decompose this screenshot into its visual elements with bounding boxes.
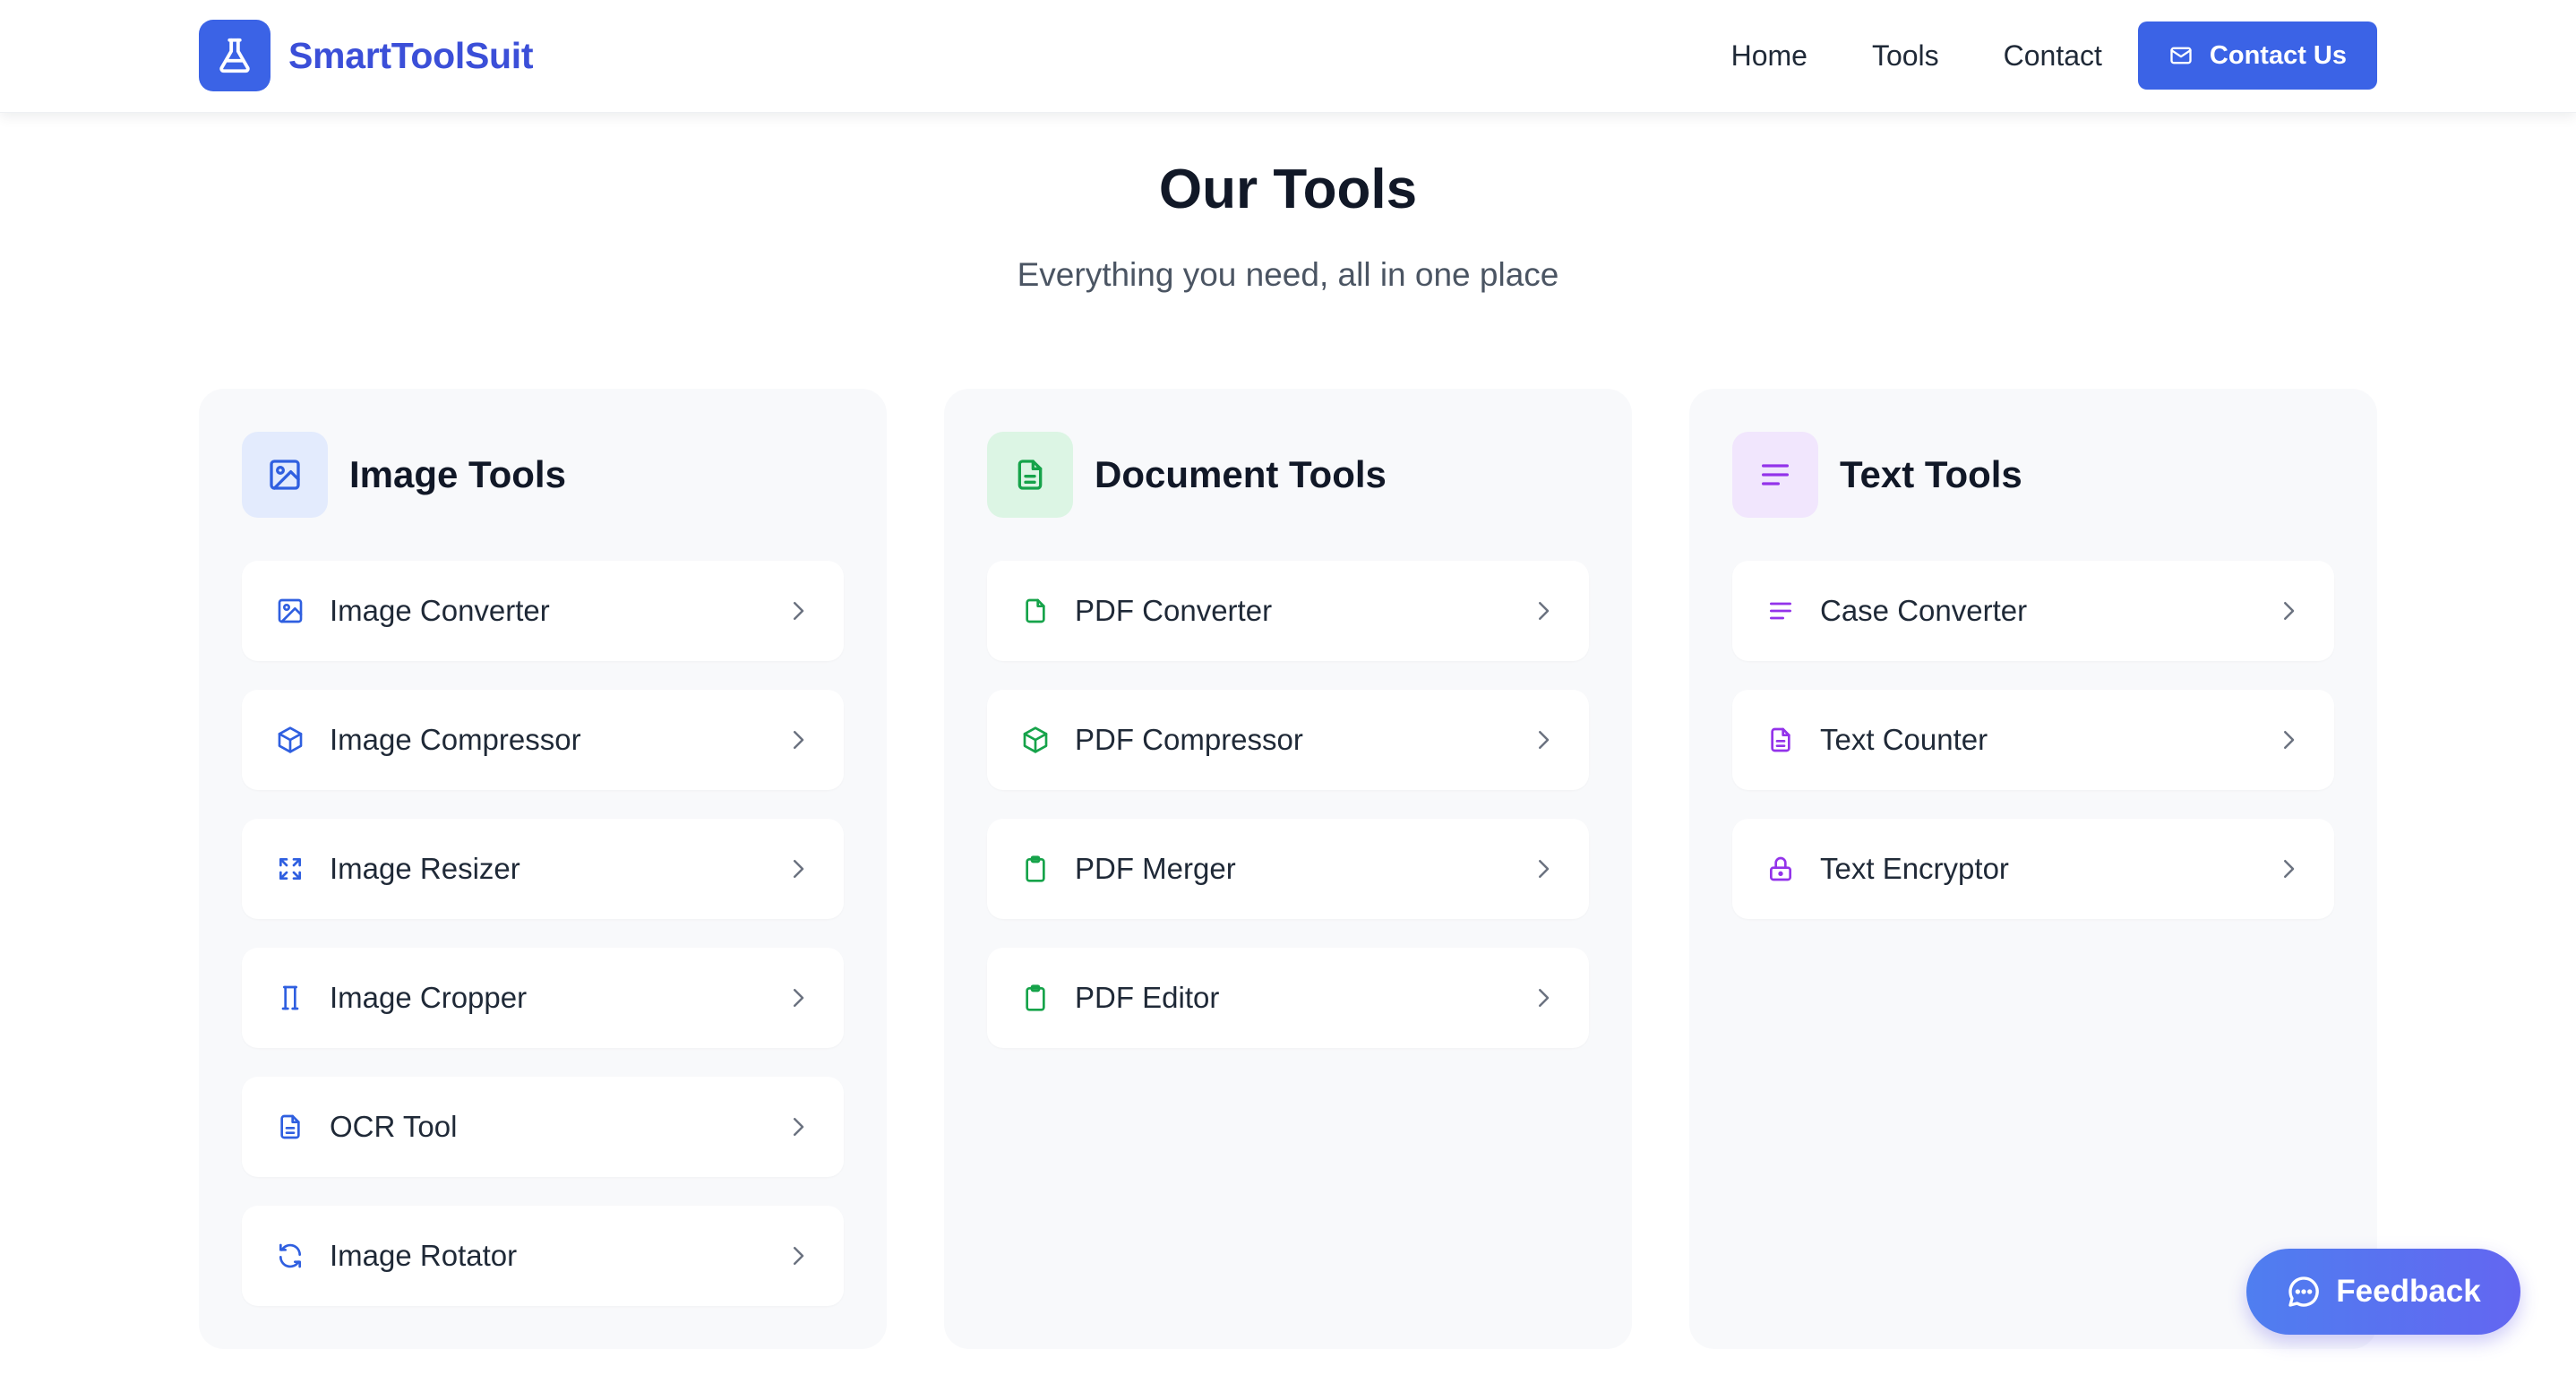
image-compressor-item[interactable]: Image Compressor	[242, 690, 844, 790]
pdf-compressor-item[interactable]: PDF Compressor	[987, 690, 1589, 790]
lock-icon	[1763, 851, 1799, 887]
document-icon	[272, 1109, 308, 1145]
brand-name: SmartToolSuit	[288, 34, 534, 76]
site-header: SmartToolSuit Home Tools Contact Contact…	[0, 0, 2576, 113]
tool-list: PDF Converter PDF Compressor PDF Merger …	[987, 561, 1589, 1077]
mail-icon	[2170, 47, 2192, 64]
expand-icon	[272, 851, 308, 887]
chevron-right-icon	[783, 1241, 813, 1271]
image-converter-item[interactable]: Image Converter	[242, 561, 844, 661]
feedback-button[interactable]: Feedback	[2246, 1249, 2520, 1335]
crop-icon	[272, 980, 308, 1016]
document-icon	[987, 432, 1073, 518]
card-title: Text Tools	[1840, 453, 2022, 495]
page-subtitle: Everything you need, all in one place	[1017, 256, 1559, 293]
item-label: OCR Tool	[330, 1110, 458, 1143]
item-label: Image Resizer	[330, 852, 520, 885]
pdf-converter-item[interactable]: PDF Converter	[987, 561, 1589, 661]
image-icon	[242, 432, 328, 518]
chevron-right-icon	[2273, 596, 2304, 626]
nav-home-link[interactable]: Home	[1731, 39, 1807, 73]
nav-contact-link[interactable]: Contact	[2004, 39, 2102, 73]
item-label: PDF Compressor	[1075, 723, 1303, 756]
pdf-merger-item[interactable]: PDF Merger	[987, 819, 1589, 919]
image-icon	[272, 593, 308, 629]
card-header: Document Tools	[987, 432, 1387, 518]
file-icon	[1018, 593, 1053, 629]
chevron-right-icon	[783, 983, 813, 1013]
image-tools-card: Image Tools Image Converter Image Compre…	[199, 389, 887, 1349]
card-title: Image Tools	[349, 453, 566, 495]
document-icon	[1763, 722, 1799, 758]
chevron-right-icon	[2273, 854, 2304, 884]
chevron-right-icon	[783, 725, 813, 755]
text-counter-item[interactable]: Text Counter	[1732, 690, 2334, 790]
card-header: Text Tools	[1732, 432, 2022, 518]
text-encryptor-item[interactable]: Text Encryptor	[1732, 819, 2334, 919]
image-cropper-item[interactable]: Image Cropper	[242, 948, 844, 1048]
contact-us-label: Contact Us	[2209, 40, 2347, 70]
chevron-right-icon	[783, 1112, 813, 1142]
text-lines-icon	[1763, 593, 1799, 629]
item-label: Text Encryptor	[1820, 852, 2009, 885]
document-tools-card: Document Tools PDF Converter PDF Compres…	[944, 389, 1632, 1349]
image-resizer-item[interactable]: Image Resizer	[242, 819, 844, 919]
rotate-icon	[272, 1238, 308, 1274]
card-header: Image Tools	[242, 432, 566, 518]
item-label: Image Rotator	[330, 1239, 518, 1272]
card-title: Document Tools	[1095, 453, 1387, 495]
item-label: Image Cropper	[330, 981, 528, 1014]
clipboard-icon	[1018, 980, 1053, 1016]
chevron-right-icon	[1528, 596, 1558, 626]
nav-tools-link[interactable]: Tools	[1872, 39, 1939, 73]
item-label: Case Converter	[1820, 594, 2028, 627]
tool-list: Case Converter Text Counter Text Encrypt…	[1732, 561, 2334, 948]
item-label: Image Converter	[330, 594, 550, 627]
image-rotator-item[interactable]: Image Rotator	[242, 1206, 844, 1306]
chevron-right-icon	[1528, 725, 1558, 755]
chat-bubble-icon	[2288, 1276, 2320, 1307]
page-title: Our Tools	[1158, 159, 1418, 220]
chevron-right-icon	[1528, 854, 1558, 884]
box-icon	[272, 722, 308, 758]
pdf-editor-item[interactable]: PDF Editor	[987, 948, 1589, 1048]
box-icon	[1018, 722, 1053, 758]
case-converter-item[interactable]: Case Converter	[1732, 561, 2334, 661]
chevron-right-icon	[783, 596, 813, 626]
clipboard-icon	[1018, 851, 1053, 887]
item-label: Text Counter	[1820, 723, 1988, 756]
item-label: PDF Converter	[1075, 594, 1273, 627]
item-label: Image Compressor	[330, 723, 581, 756]
chevron-right-icon	[1528, 983, 1558, 1013]
chevron-right-icon	[2273, 725, 2304, 755]
contact-us-button[interactable]: Contact Us	[2137, 21, 2377, 90]
text-tools-card: Text Tools Case Converter Text Counter T…	[1689, 389, 2377, 1349]
text-lines-icon	[1732, 432, 1818, 518]
item-label: PDF Editor	[1075, 981, 1220, 1014]
feedback-label: Feedback	[2336, 1274, 2481, 1309]
chevron-right-icon	[783, 854, 813, 884]
brand[interactable]: SmartToolSuit	[199, 20, 534, 91]
main-nav: Home Tools Contact Contact Us	[1731, 21, 2377, 90]
flask-icon	[199, 20, 270, 91]
tool-list: Image Converter Image Compressor Image R…	[242, 561, 844, 1335]
item-label: PDF Merger	[1075, 852, 1236, 885]
ocr-tool-item[interactable]: OCR Tool	[242, 1077, 844, 1177]
